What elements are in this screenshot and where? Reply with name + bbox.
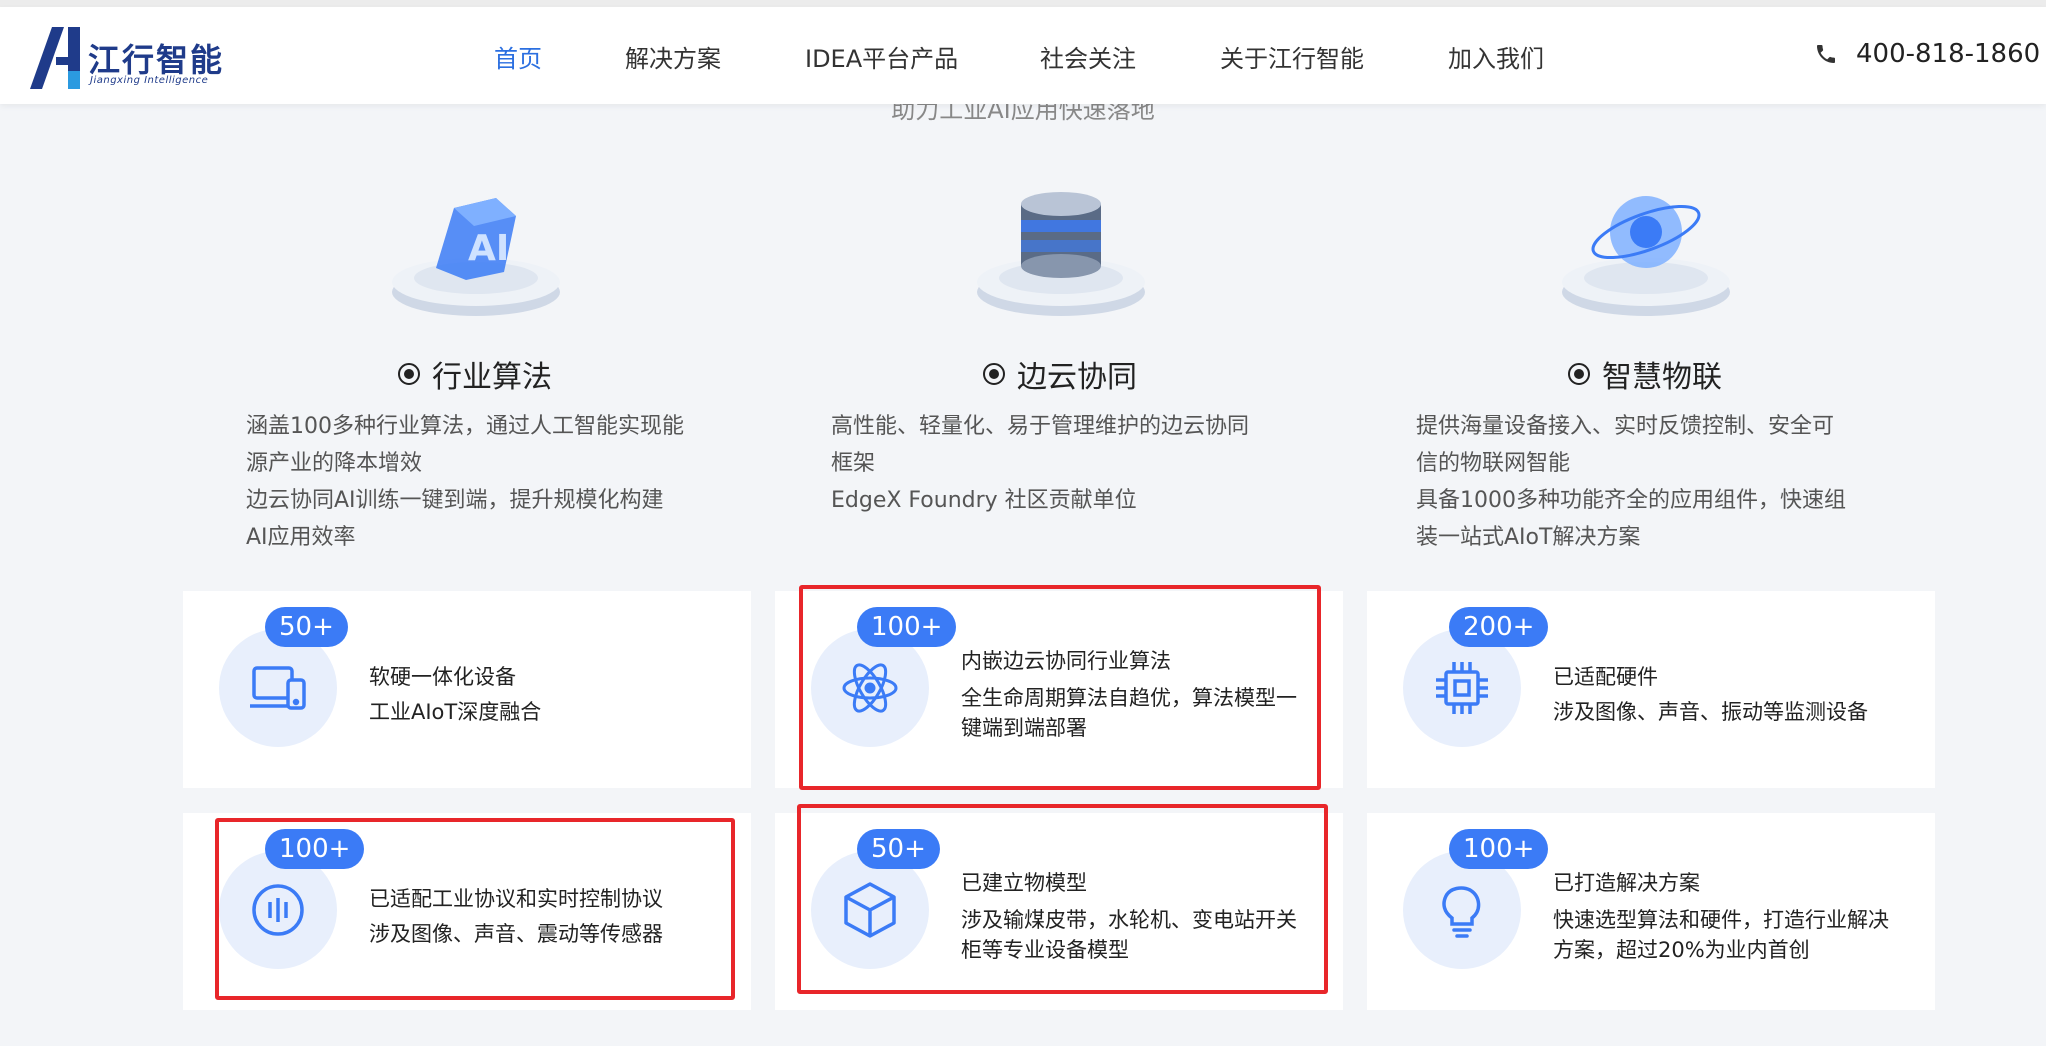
laptop-phone-icon: [250, 666, 306, 710]
card-description: 涉及图像、声音、振动等监测设备: [1553, 700, 1868, 724]
stat-card-hardware[interactable]: 200+ 已适配硬件 涉及图像、声音、振动等监测设备: [1367, 591, 1935, 788]
feature-title: 边云协同: [983, 352, 1137, 396]
feature-description: 提供海量设备接入、实时反馈控制、安全可 信的物联网智能 具备1000多种功能齐全…: [1416, 414, 1846, 550]
feature-description: 涵盖100多种行业算法，通过人工智能实现能 源产业的降本增效 边云协同AI训练一…: [246, 414, 684, 550]
card-title: 已适配硬件: [1553, 665, 1658, 689]
nav-item-solutions[interactable]: 解决方案: [625, 39, 721, 74]
site-header: 江行智能 Jiangxing Intelligence 首页 解决方案 IDEA…: [0, 7, 2046, 104]
nav-item-home[interactable]: 首页: [494, 39, 542, 74]
radio-dot-icon: [983, 363, 1005, 385]
ai-cube-icon: AI: [392, 198, 560, 316]
stat-badge: 50+: [265, 607, 348, 647]
highlight-box: [215, 818, 735, 1000]
nav-item-join-us[interactable]: 加入我们: [1448, 39, 1544, 74]
stat-card-devices[interactable]: 50+ 软硬一体化设备 工业AIoT深度融合: [183, 591, 751, 788]
chip-icon: [1436, 662, 1488, 714]
card-description: 工业AIoT深度融合: [369, 700, 542, 724]
stat-badge: 200+: [1449, 607, 1549, 647]
phone-contact[interactable]: 400-818-1860: [1814, 37, 2040, 71]
logo[interactable]: 江行智能 Jiangxing Intelligence: [30, 27, 222, 89]
highlight-box: [797, 804, 1328, 994]
logo-subtitle: Jiangxing Intelligence: [90, 75, 209, 86]
database-server-icon: [977, 192, 1145, 316]
feature-description: 高性能、轻量化、易于管理维护的边云协同 框架 EdgeX Foundry 社区贡…: [831, 414, 1250, 513]
stat-card-solutions[interactable]: 100+ 已打造解决方案 快速选型算法和硬件，打造行业解决 方案，超过20%为业…: [1367, 813, 1935, 1010]
radio-dot-icon: [1568, 363, 1590, 385]
feature-title: 智慧物联: [1568, 352, 1722, 396]
logo-mark-icon: [30, 27, 80, 89]
browser-top-strip: [0, 0, 2046, 7]
radio-dot-icon: [398, 363, 420, 385]
stat-badge: 100+: [1449, 829, 1549, 869]
nav-item-idea-platform[interactable]: IDEA平台产品: [805, 39, 958, 74]
highlight-box: [799, 585, 1321, 790]
card-title: 软硬一体化设备: [369, 665, 516, 689]
nav-item-social[interactable]: 社会关注: [1040, 39, 1136, 74]
phone-number: 400-818-1860: [1856, 39, 2041, 69]
feature-title: 行业算法: [398, 352, 552, 396]
card-description: 快速选型算法和硬件，打造行业解决 方案，超过20%为业内首创: [1553, 908, 1889, 962]
globe-orbit-icon: [1562, 196, 1730, 316]
card-title: 已打造解决方案: [1553, 871, 1700, 895]
nav-item-about[interactable]: 关于江行智能: [1220, 39, 1364, 74]
lightbulb-icon: [1442, 886, 1481, 938]
svg-text:AI: AI: [468, 228, 509, 269]
phone-icon: [1817, 45, 1835, 63]
